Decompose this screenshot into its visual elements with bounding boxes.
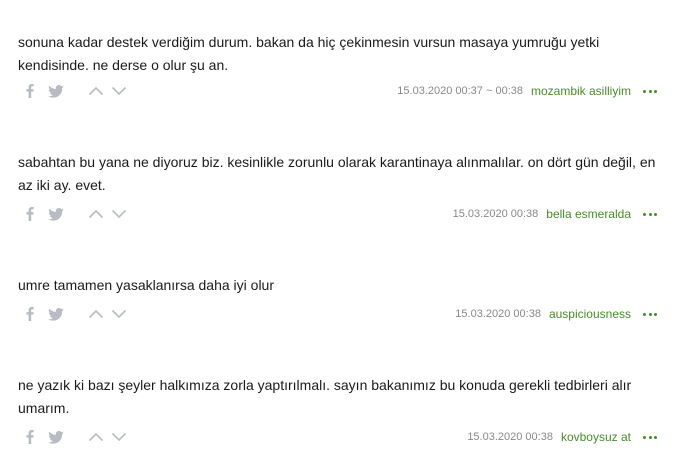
chevron-down-icon[interactable] — [110, 306, 128, 322]
facebook-icon[interactable] — [24, 306, 36, 322]
facebook-icon[interactable] — [24, 83, 36, 99]
entry-footer: 15.03.2020 00:38 kovboysuz at — [0, 426, 679, 448]
entry-meta: 15.03.2020 00:38 kovboysuz at — [467, 428, 631, 446]
entry-footer: 15.03.2020 00:38 auspiciousness — [0, 303, 679, 325]
entry-content: umre tamamen yasaklanırsa daha iyi olur — [18, 277, 275, 293]
chevron-down-icon[interactable] — [110, 83, 128, 99]
chevron-up-icon[interactable] — [87, 429, 105, 445]
chevron-up-icon[interactable] — [87, 83, 105, 99]
chevron-up-icon[interactable] — [87, 306, 105, 322]
entry-footer: 15.03.2020 00:37 ~ 00:38 mozambik asilli… — [0, 80, 679, 102]
chevron-down-icon[interactable] — [110, 206, 128, 222]
entry-content: sonuna kadar destek verdiğim durum. baka… — [18, 34, 600, 73]
entry-author[interactable]: bella esmeralda — [546, 207, 631, 221]
entry-date[interactable]: 15.03.2020 00:37 ~ 00:38 — [397, 85, 523, 97]
more-dots-icon[interactable] — [643, 432, 657, 442]
entry-author[interactable]: kovboysuz at — [561, 430, 631, 444]
entry-date[interactable]: 15.03.2020 00:38 — [455, 308, 541, 320]
facebook-icon[interactable] — [24, 429, 36, 445]
entry-meta: 15.03.2020 00:38 bella esmeralda — [453, 205, 631, 223]
chevron-down-icon[interactable] — [110, 429, 128, 445]
twitter-icon[interactable] — [47, 306, 65, 322]
entry-date[interactable]: 15.03.2020 00:38 — [467, 431, 553, 443]
entry-content: sabahtan bu yana ne diyoruz biz. kesinli… — [18, 154, 656, 193]
twitter-icon[interactable] — [47, 429, 65, 445]
more-dots-icon[interactable] — [643, 86, 657, 96]
entry-content: ne yazık ki bazı şeyler halkımıza zorla … — [18, 377, 632, 416]
twitter-icon[interactable] — [47, 206, 65, 222]
facebook-icon[interactable] — [24, 206, 36, 222]
chevron-up-icon[interactable] — [87, 206, 105, 222]
entry-date[interactable]: 15.03.2020 00:38 — [453, 208, 539, 220]
entry-footer: 15.03.2020 00:38 bella esmeralda — [0, 203, 679, 225]
entry-meta: 15.03.2020 00:37 ~ 00:38 mozambik asilli… — [397, 82, 631, 100]
entry-author[interactable]: mozambik asilliyim — [531, 84, 631, 98]
more-dots-icon[interactable] — [643, 309, 657, 319]
more-dots-icon[interactable] — [643, 209, 657, 219]
entry-meta: 15.03.2020 00:38 auspiciousness — [455, 305, 631, 323]
entry-author[interactable]: auspiciousness — [549, 307, 631, 321]
twitter-icon[interactable] — [47, 83, 65, 99]
